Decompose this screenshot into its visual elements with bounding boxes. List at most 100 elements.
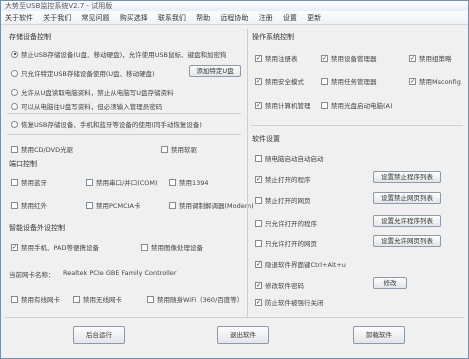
checkbox-icon: ✓ — [255, 175, 262, 183]
wireless-nic-checkbox[interactable]: 禁用无线网卡 — [73, 294, 122, 304]
registry-checkbox[interactable]: ✓ 禁用注册表 — [255, 53, 298, 63]
checkbox-icon — [73, 295, 80, 303]
allow-programs-checkbox[interactable]: 只允许打开的程序 — [255, 218, 317, 228]
group-policy-checkbox[interactable]: ✓ 禁用组策略 — [409, 53, 452, 63]
checkbox-icon — [11, 178, 18, 186]
network-card-label: 当前网卡名称： — [9, 271, 55, 279]
menu-faq[interactable]: 常见问题 — [77, 11, 113, 25]
pcmcia-checkbox[interactable]: 禁用PCMCIA卡 — [86, 200, 140, 210]
menu-remote-assist[interactable]: 远程协助 — [216, 11, 252, 25]
add-special-usb-button[interactable]: 添加特定U盘 — [189, 65, 241, 77]
set-blocked-websites-button[interactable]: 设置禁止网页列表 — [373, 192, 441, 204]
prevent-close-checkbox[interactable]: ✓ 防止软件被强行关闭 — [255, 297, 324, 307]
divider — [7, 113, 241, 114]
allow-websites-checkbox[interactable]: 只允许打开的网页 — [255, 238, 317, 248]
cd-boot-checkbox[interactable]: 禁用光盘启动电脑(A) — [321, 100, 393, 110]
set-allowed-websites-button[interactable]: 设置允许网页列表 — [373, 235, 441, 247]
msconfig-checkbox[interactable]: ✓ 禁用Msconfig — [409, 76, 461, 86]
wired-nic-checkbox[interactable]: 禁用有线网卡 — [11, 294, 60, 304]
portable-wifi-checkbox[interactable]: 禁用随身WiFi（360/百度等） — [147, 294, 243, 304]
modem-checkbox[interactable]: 禁用调制解调器(Modem) — [169, 200, 254, 210]
checkbox-icon: ✓ — [409, 54, 416, 62]
storage-option-4[interactable]: 可以从电脑往U盘写资料，但必须输入管理员密码 — [11, 101, 162, 111]
window-title: 大势至USB监控系统V2.7 - 试用版 — [5, 2, 113, 10]
computer-management-checkbox[interactable]: ✓ 禁用计算机管理 — [255, 100, 311, 110]
checkbox-icon: ✓ — [11, 243, 18, 251]
infrared-checkbox[interactable]: 禁用红外 — [11, 200, 47, 210]
change-password-checkbox[interactable]: ✓ 修改软件密码 — [255, 280, 304, 290]
set-blocked-programs-button[interactable]: 设置禁止程序列表 — [373, 171, 441, 183]
block-programs-checkbox[interactable]: ✓ 禁止打开的程序 — [255, 174, 311, 184]
checkbox-icon — [255, 239, 262, 247]
hotkey-checkbox[interactable]: ✓ 隐退软件界面键Ctrl+Alt+u — [255, 259, 346, 269]
menu-settings[interactable]: 设置 — [279, 11, 301, 25]
uninstall-button[interactable]: 卸载软件 — [353, 326, 405, 344]
network-card-name: Realtek PCIe GBE Family Controller — [63, 269, 177, 277]
set-allowed-programs-button[interactable]: 设置允许程序列表 — [373, 215, 441, 227]
os-section-title: 操作系统控制 — [252, 33, 294, 41]
menu-contact[interactable]: 联系我们 — [154, 11, 190, 25]
checkbox-icon — [169, 201, 176, 209]
storage-option-1[interactable]: 禁止USB存储设备(U盘、移动硬盘)，允许使用USB鼠标、键盘和加密狗 — [11, 49, 227, 59]
task-manager-checkbox[interactable]: 禁用任务管理器 — [321, 76, 377, 86]
menu-about-software[interactable]: 关于软件 — [1, 11, 37, 25]
checkbox-icon — [147, 295, 154, 303]
radio-icon — [11, 50, 18, 58]
checkbox-icon — [86, 178, 93, 186]
menu-update[interactable]: 更新 — [303, 11, 325, 25]
divider — [251, 125, 463, 126]
checkbox-icon: ✓ — [255, 298, 262, 306]
checkbox-icon: ✓ — [255, 260, 262, 268]
checkbox-icon: ✓ — [321, 54, 328, 62]
floppy-checkbox[interactable]: 禁用软驱 — [161, 144, 197, 154]
menu-about-us[interactable]: 关于我们 — [39, 11, 75, 25]
checkbox-icon — [161, 145, 168, 153]
checkbox-icon — [255, 196, 262, 204]
ports-section-title: 端口控制 — [9, 160, 37, 168]
radio-icon — [11, 69, 18, 77]
exit-button[interactable]: 退出软件 — [217, 326, 269, 344]
smart-device-section-title: 智能设备外设控制 — [9, 224, 65, 232]
checkbox-icon — [11, 145, 18, 153]
radio-icon — [11, 102, 18, 110]
modify-password-button[interactable]: 修改 — [373, 277, 407, 289]
bluetooth-checkbox[interactable]: 禁用蓝牙 — [11, 177, 47, 187]
checkbox-icon: ✓ — [409, 77, 416, 85]
menu-bar: 关于软件 关于我们 常见问题 购买选择 联系我们 帮助 远程协助 注册 设置 更… — [1, 11, 468, 25]
safe-mode-checkbox[interactable]: ✓ 禁用安全模式 — [255, 76, 304, 86]
storage-option-5[interactable]: 恢复USB存储设备、手机和蓝牙等设备的使用(同手动恢复设备) — [11, 119, 202, 129]
mobile-device-checkbox[interactable]: ✓ 禁用手机、PAD等便携设备 — [11, 242, 99, 252]
checkbox-icon — [321, 101, 328, 109]
checkbox-icon — [255, 219, 262, 227]
autostart-checkbox[interactable]: 随电脑启动自动启动 — [255, 153, 324, 163]
title-bar: 大势至USB监控系统V2.7 - 试用版 — [1, 1, 468, 11]
run-background-button[interactable]: 后台运行 — [73, 326, 125, 344]
storage-section-title: 存储设备控制 — [9, 33, 51, 41]
checkbox-icon — [86, 201, 93, 209]
radio-icon — [11, 88, 18, 96]
com-port-checkbox[interactable]: 禁用串口/并口(COM) — [86, 177, 158, 187]
checkbox-icon — [255, 154, 262, 162]
radio-icon — [11, 120, 18, 128]
block-websites-checkbox[interactable]: 禁止打开的网页 — [255, 195, 311, 205]
footer-divider — [5, 317, 464, 318]
checkbox-icon — [169, 178, 176, 186]
checkbox-icon — [11, 295, 18, 303]
cd-dvd-checkbox[interactable]: 禁用CD/DVD光驱 — [11, 144, 73, 154]
menu-help[interactable]: 帮助 — [192, 11, 214, 25]
checkbox-icon — [11, 201, 18, 209]
checkbox-icon — [141, 243, 148, 251]
storage-option-2[interactable]: 只允许特定USB存储设备使用(U盘、移动硬盘) — [11, 68, 155, 78]
menu-purchase[interactable]: 购买选择 — [116, 11, 152, 25]
checkbox-icon: ✓ — [255, 77, 262, 85]
menu-register[interactable]: 注册 — [255, 11, 277, 25]
column-divider — [247, 29, 248, 317]
storage-option-3[interactable]: 允许从U盘读取电脑资料，禁止从电脑写U盘存储资料 — [11, 87, 174, 97]
checkbox-icon: ✓ — [255, 101, 262, 109]
device-manager-checkbox[interactable]: ✓ 禁用设备管理器 — [321, 53, 377, 63]
checkbox-icon: ✓ — [255, 54, 262, 62]
divider — [7, 134, 241, 135]
imaging-device-checkbox[interactable]: 禁用图像处理设备 — [141, 242, 203, 252]
ieee1394-checkbox[interactable]: 禁用1394 — [169, 177, 209, 187]
checkbox-icon: ✓ — [255, 281, 262, 289]
